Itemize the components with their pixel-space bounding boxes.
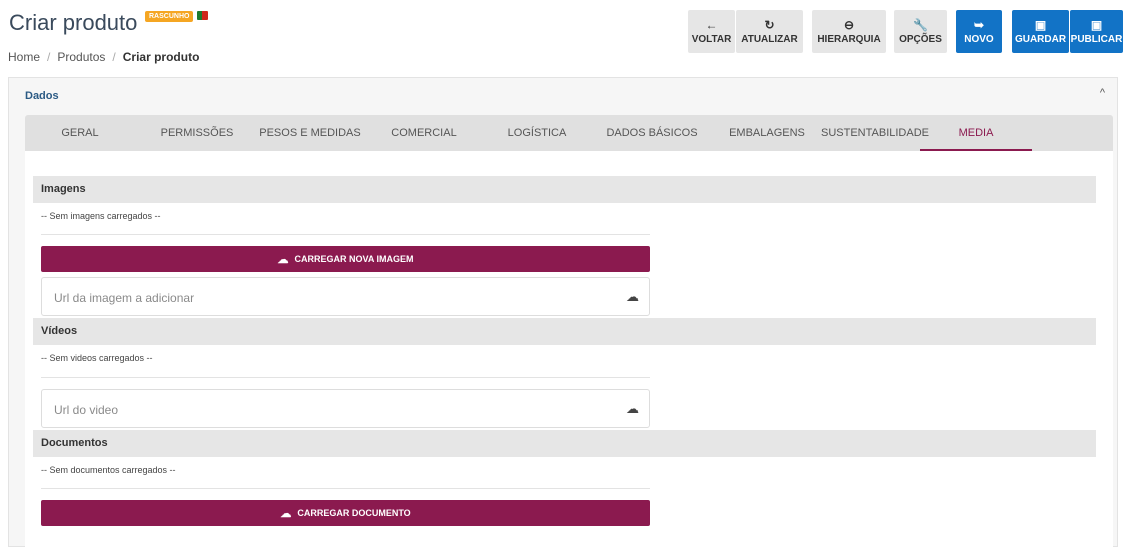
images-section-header: Imagens bbox=[33, 176, 1096, 203]
new-button-label: NOVO bbox=[964, 33, 994, 45]
tab-comercial[interactable]: COMERCIAL bbox=[377, 115, 471, 151]
floppy-icon: ▣ bbox=[1090, 17, 1103, 32]
status-badge: RASCUNHO bbox=[145, 11, 194, 22]
cloud-upload-icon[interactable]: ☁ bbox=[626, 289, 639, 305]
refresh-button-label: ATUALIZAR bbox=[741, 33, 798, 45]
refresh-button[interactable]: ↻ ATUALIZAR bbox=[736, 10, 803, 53]
upload-document-button-label: CARREGAR DOCUMENTO bbox=[297, 508, 411, 518]
hierarchy-button[interactable]: ⊖ HIERARQUIA bbox=[812, 10, 886, 53]
tab-content bbox=[25, 151, 1113, 551]
page-title: Criar produto bbox=[9, 10, 138, 35]
back-button[interactable]: ← VOLTAR bbox=[688, 10, 735, 53]
flag-icon bbox=[197, 11, 208, 20]
save-button-label: GUARDAR bbox=[1014, 33, 1067, 45]
cloud-upload-icon[interactable]: ☁ bbox=[626, 401, 639, 417]
upload-document-button[interactable]: ☁ CARREGAR DOCUMENTO bbox=[41, 500, 650, 526]
tab-sustentabilidade[interactable]: SUSTENTABILIDADE bbox=[815, 115, 935, 151]
divider bbox=[41, 488, 650, 489]
image-url-input[interactable] bbox=[52, 288, 596, 308]
breadcrumb-separator: / bbox=[112, 50, 116, 64]
videos-section-header: Vídeos bbox=[33, 318, 1096, 345]
options-button[interactable]: 🔧 OPÇÕES bbox=[894, 10, 947, 53]
video-url-field: ☁ bbox=[41, 389, 650, 428]
videos-empty-text: -- Sem videos carregados -- bbox=[41, 353, 153, 363]
cloud-upload-icon: ☁ bbox=[277, 253, 289, 266]
options-button-label: OPÇÕES bbox=[899, 33, 942, 45]
tab-permissoes[interactable]: PERMISSÕES bbox=[145, 115, 249, 151]
back-button-label: VOLTAR bbox=[691, 33, 732, 45]
breadcrumb-home[interactable]: Home bbox=[8, 50, 40, 64]
new-icon: ➥ bbox=[973, 17, 985, 32]
breadcrumb-products[interactable]: Produtos bbox=[57, 50, 105, 64]
breadcrumb-separator: / bbox=[47, 50, 51, 64]
video-url-input[interactable] bbox=[52, 400, 596, 420]
refresh-icon: ↻ bbox=[764, 17, 775, 32]
cloud-upload-icon: ☁ bbox=[280, 507, 292, 520]
breadcrumb: Home / Produtos / Criar produto bbox=[8, 50, 199, 64]
breadcrumb-current: Criar produto bbox=[122, 50, 200, 64]
chevron-up-icon[interactable]: ^ bbox=[1100, 87, 1105, 99]
publish-button[interactable]: ▣ PUBLICAR bbox=[1070, 10, 1123, 53]
divider bbox=[41, 377, 650, 378]
save-button[interactable]: ▣ GUARDAR bbox=[1012, 10, 1069, 53]
tab-dados-basicos[interactable]: DADOS BÁSICOS bbox=[597, 115, 707, 151]
link-icon: ⊖ bbox=[843, 17, 855, 32]
upload-image-button-label: CARREGAR NOVA IMAGEM bbox=[294, 254, 414, 264]
images-empty-text: -- Sem imagens carregados -- bbox=[41, 211, 161, 221]
upload-image-button[interactable]: ☁ CARREGAR NOVA IMAGEM bbox=[41, 246, 650, 272]
tab-geral[interactable]: GERAL bbox=[25, 115, 135, 151]
arrow-left-icon: ← bbox=[705, 17, 718, 32]
documents-empty-text: -- Sem documentos carregados -- bbox=[41, 465, 176, 475]
hierarchy-button-label: HIERARQUIA bbox=[817, 33, 881, 45]
publish-button-label: PUBLICAR bbox=[1070, 33, 1123, 45]
wrench-icon: 🔧 bbox=[913, 17, 928, 32]
tab-pesos-medidas[interactable]: PESOS E MEDIDAS bbox=[253, 115, 367, 151]
tab-media[interactable]: MEDIA bbox=[920, 115, 1032, 151]
floppy-icon: ▣ bbox=[1034, 17, 1047, 32]
image-url-field: ☁ bbox=[41, 277, 650, 316]
tab-logistica[interactable]: LOGÍSTICA bbox=[490, 115, 584, 151]
new-button[interactable]: ➥ NOVO bbox=[956, 10, 1002, 53]
panel-title: Dados bbox=[25, 90, 59, 102]
divider bbox=[41, 234, 650, 235]
tab-embalagens[interactable]: EMBALAGENS bbox=[715, 115, 819, 151]
documents-section-header: Documentos bbox=[33, 430, 1096, 457]
tab-bar: GERAL PERMISSÕES PESOS E MEDIDAS COMERCI… bbox=[25, 115, 1113, 151]
